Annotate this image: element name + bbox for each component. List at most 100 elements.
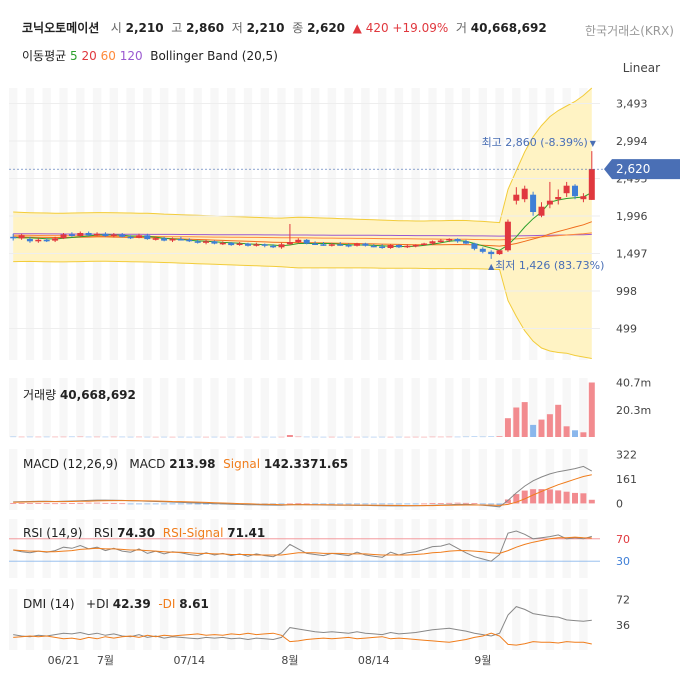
macd-histogram-bar xyxy=(102,502,109,504)
grid-stripe xyxy=(461,378,471,437)
grid-stripe xyxy=(394,589,404,650)
macd-histogram-bar xyxy=(119,503,126,505)
volume-bar xyxy=(463,436,469,438)
macd-histogram-bar xyxy=(68,503,75,504)
macd-histogram-bar xyxy=(94,502,100,504)
grid-stripe xyxy=(478,519,487,578)
grid-stripe xyxy=(461,449,471,510)
candle-body xyxy=(572,185,578,197)
macd-histogram-bar xyxy=(152,503,159,505)
grid-stripe xyxy=(361,519,370,578)
candle-body xyxy=(580,196,587,200)
volume-bar xyxy=(572,430,578,437)
grid-stripe xyxy=(243,378,253,437)
current-price-label: 2,620 xyxy=(616,162,650,176)
grid-stripe xyxy=(411,519,420,578)
volume-bar xyxy=(10,436,17,438)
macd-histogram-bar xyxy=(345,503,352,505)
x-axis-tick: 8월 xyxy=(281,654,298,667)
candle-body xyxy=(43,239,50,242)
grid-stripe xyxy=(277,589,286,650)
candle-body xyxy=(10,236,17,239)
price-y-tick: 998 xyxy=(616,285,637,298)
volume-bar xyxy=(345,436,352,438)
macd-histogram-bar xyxy=(588,499,595,504)
volume-bar xyxy=(136,436,142,438)
candle-body xyxy=(94,233,100,236)
macd-histogram-bar xyxy=(395,503,402,505)
macd-histogram-bar xyxy=(421,503,428,505)
volume-bar xyxy=(546,414,553,437)
volume-bar xyxy=(127,436,134,438)
volume-bar xyxy=(219,436,226,438)
volume-bar xyxy=(110,436,117,438)
grid-stripe xyxy=(378,519,387,578)
volume-bar xyxy=(320,436,327,438)
candle-body xyxy=(161,238,168,241)
candle-body xyxy=(429,241,436,244)
candle-body xyxy=(471,243,478,249)
x-axis-tick: 06/21 xyxy=(48,654,80,667)
candle-body xyxy=(362,243,369,246)
candle-body xyxy=(253,244,260,246)
macd-histogram-bar xyxy=(161,503,168,505)
grid-stripe xyxy=(411,589,420,650)
grid-stripe xyxy=(495,589,504,650)
grid-stripe xyxy=(445,378,454,437)
price-y-tick: 1,497 xyxy=(616,248,648,261)
candle-body xyxy=(278,244,285,248)
grid-stripe xyxy=(545,589,555,650)
candle-body xyxy=(588,169,595,200)
grid-stripe xyxy=(327,378,337,437)
candle-body xyxy=(85,233,92,236)
candle-body xyxy=(102,233,109,237)
candle-body xyxy=(387,245,394,248)
macd-histogram-bar xyxy=(555,490,562,504)
volume-bar xyxy=(119,436,126,438)
candle-body xyxy=(26,239,33,242)
grid-stripe xyxy=(378,378,387,437)
macd-histogram-bar xyxy=(144,503,151,505)
macd-histogram-bar xyxy=(186,503,193,505)
volume-bar xyxy=(370,436,377,438)
volume-bar xyxy=(328,436,335,438)
volume-bar xyxy=(521,402,528,437)
dmi-y-tick: 36 xyxy=(616,619,630,632)
volume-bar xyxy=(35,436,42,438)
macd-histogram-bar xyxy=(320,503,327,505)
candle-body xyxy=(395,245,402,248)
grid-stripe xyxy=(478,449,487,510)
rsi-panel-title: RSI (14,9) RSI 74.30 RSI-Signal 71.41 xyxy=(23,526,266,540)
volume-bar xyxy=(295,436,302,438)
volume-bar xyxy=(395,436,402,438)
volume-bar xyxy=(270,436,277,438)
grid-stripe xyxy=(361,449,370,510)
grid-stripe xyxy=(378,589,387,650)
macd-histogram-bar xyxy=(26,503,33,504)
grid-stripe xyxy=(9,378,18,437)
candle-body xyxy=(446,239,453,241)
volume-bar xyxy=(194,436,201,438)
candle-body xyxy=(68,234,75,236)
grid-stripe xyxy=(445,519,454,578)
volume-bar xyxy=(387,436,394,438)
macd-histogram-bar xyxy=(387,503,394,505)
grid-stripe xyxy=(495,378,504,437)
macd-histogram-bar xyxy=(337,503,344,505)
volume-bar xyxy=(555,404,562,437)
volume-bar xyxy=(169,436,176,438)
macd-histogram-bar xyxy=(110,503,117,504)
volume-bar xyxy=(186,436,193,438)
grid-stripe xyxy=(327,519,337,578)
macd-histogram-bar xyxy=(471,503,478,504)
chart-area[interactable]: 3,4932,9942,4951,9961,497998499최고 2,860 … xyxy=(0,0,680,697)
macd-histogram-bar xyxy=(563,491,570,504)
grid-stripe xyxy=(227,589,236,650)
grid-stripe xyxy=(310,378,320,437)
volume-bar xyxy=(278,436,285,438)
candle-body xyxy=(127,236,134,239)
macd-histogram-bar xyxy=(488,503,495,505)
macd-histogram-bar xyxy=(169,503,176,505)
volume-bar xyxy=(496,436,503,437)
volume-bar xyxy=(152,436,159,438)
